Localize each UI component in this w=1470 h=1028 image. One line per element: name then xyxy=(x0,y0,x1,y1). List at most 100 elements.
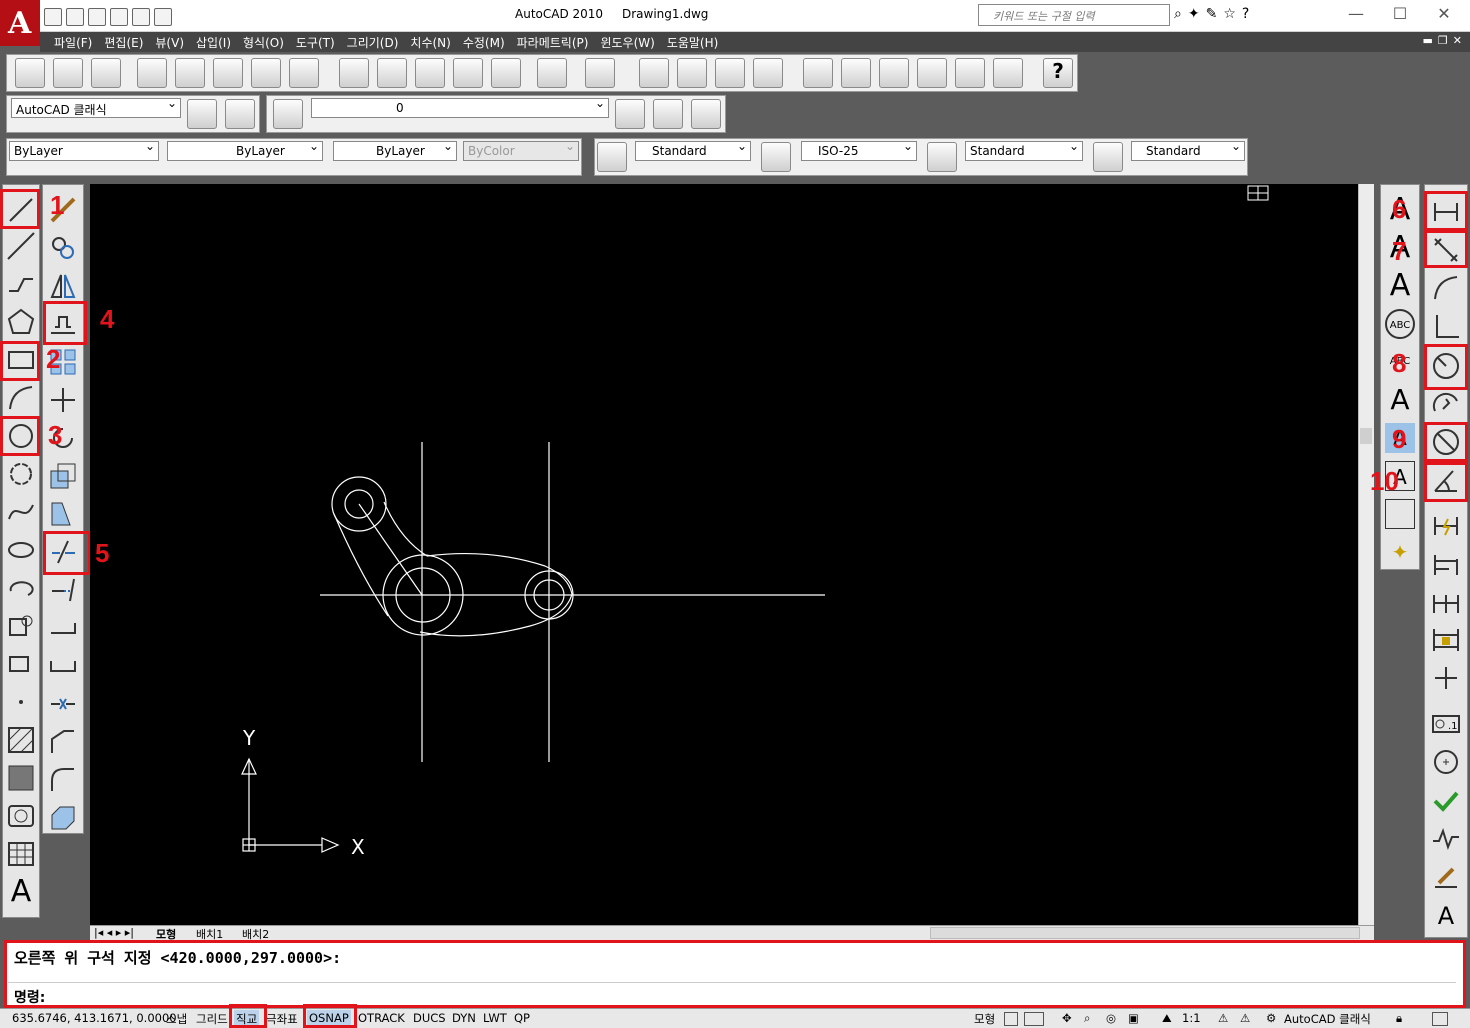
dimension-break-icon[interactable] xyxy=(1431,663,1461,693)
menu-window[interactable]: 윈도우(W) xyxy=(600,32,666,52)
scale-icon[interactable] xyxy=(48,461,78,491)
find-replace-icon[interactable]: ABC xyxy=(1385,309,1415,339)
workspace-select[interactable]: AutoCAD 클래식 xyxy=(11,98,181,118)
dimension-space-icon[interactable] xyxy=(1431,625,1461,655)
redo-icon[interactable] xyxy=(132,8,150,26)
search-input[interactable]: 키워드 또는 구절 입력 xyxy=(978,4,1170,26)
annotation-scale-icon[interactable]: ⛰ xyxy=(1160,1010,1174,1027)
sheet-set-icon[interactable] xyxy=(917,58,947,88)
table-style-select[interactable]: Standard xyxy=(965,141,1083,161)
layer-properties-icon[interactable] xyxy=(273,99,303,129)
menu-modify[interactable]: 수정(M) xyxy=(463,32,517,52)
gradient-icon[interactable] xyxy=(6,763,36,793)
help-icon[interactable]: ? xyxy=(1242,6,1249,22)
table-icon[interactable] xyxy=(6,839,36,869)
edit-text-icon[interactable]: A xyxy=(1385,271,1415,301)
convert-distance-icon[interactable] xyxy=(1385,499,1415,529)
workspace-status-label[interactable]: AutoCAD 클래식 xyxy=(1282,1010,1373,1027)
snap-toggle[interactable]: 스냅 xyxy=(164,1010,189,1027)
move-icon[interactable] xyxy=(48,385,78,415)
binoculars-icon[interactable]: ⌕ xyxy=(1174,6,1182,22)
properties-icon[interactable] xyxy=(803,58,833,88)
workspace-settings-icon[interactable] xyxy=(187,99,217,129)
polar-toggle[interactable]: 극좌표 xyxy=(264,1010,300,1027)
linetype-select[interactable]: ByLayer xyxy=(167,141,323,161)
coordinates-readout[interactable]: 635.6746, 413.1671, 0.0000 xyxy=(10,1010,179,1027)
scrollbar-thumb[interactable] xyxy=(1360,428,1372,444)
toolbar-lock-icon[interactable]: 🔒︎ xyxy=(1394,1010,1404,1027)
grid-toggle[interactable]: 그리드 xyxy=(194,1010,230,1027)
menu-parametric[interactable]: 파라메트릭(P) xyxy=(517,32,601,52)
break-icon[interactable] xyxy=(48,651,78,681)
menu-file[interactable]: 파일(F) xyxy=(54,32,104,52)
cut-icon[interactable] xyxy=(339,58,369,88)
menu-dimension[interactable]: 치수(N) xyxy=(410,32,462,52)
extend-icon[interactable] xyxy=(48,575,78,605)
menu-help[interactable]: 도움말(H) xyxy=(667,32,731,52)
inspection-icon[interactable] xyxy=(1431,785,1461,815)
jogged-linear-icon[interactable] xyxy=(1431,823,1461,853)
menu-format[interactable]: 형식(O) xyxy=(243,32,296,52)
model-space-toggle[interactable]: 모형 xyxy=(972,1010,997,1027)
lwt-toggle[interactable]: LWT xyxy=(481,1010,509,1027)
annotation-visibility-icon[interactable]: ⚠ xyxy=(1216,1010,1230,1027)
point-icon[interactable] xyxy=(6,687,36,717)
center-mark-icon[interactable] xyxy=(1431,747,1461,777)
markup-icon[interactable] xyxy=(955,58,985,88)
horizontal-scrollbar[interactable] xyxy=(930,927,1360,939)
mleader-style-select[interactable]: Standard xyxy=(1131,141,1245,161)
workspace-switch-icon[interactable]: ⚙ xyxy=(1264,1010,1278,1027)
favorites-icon[interactable]: ☆ xyxy=(1223,6,1236,22)
doc-restore-icon[interactable]: ❐ xyxy=(1438,34,1448,47)
pan-icon[interactable] xyxy=(639,58,669,88)
lineweight-select[interactable]: ByLayer xyxy=(333,141,457,161)
insert-block-icon[interactable] xyxy=(6,611,36,641)
open-icon[interactable] xyxy=(53,58,83,88)
match-properties-icon[interactable] xyxy=(453,58,483,88)
minimize-button[interactable]: — xyxy=(1338,4,1374,26)
publish-icon[interactable] xyxy=(213,58,243,88)
menu-view[interactable]: 뷰(V) xyxy=(155,32,196,52)
otrack-toggle[interactable]: OTRACK xyxy=(356,1010,407,1027)
make-block-icon[interactable] xyxy=(6,649,36,679)
fillet-icon[interactable] xyxy=(48,765,78,795)
continue-dimension-icon[interactable] xyxy=(1431,587,1461,617)
copy-object-icon[interactable] xyxy=(48,233,78,263)
dimension-text-edit-icon[interactable]: A xyxy=(1431,901,1461,931)
tab-nav-arrows[interactable]: |◂ ◂ ▸ ▸| xyxy=(94,926,134,939)
break-at-point-icon[interactable] xyxy=(48,613,78,643)
zoom-realtime-icon[interactable] xyxy=(677,58,707,88)
block-editor-icon[interactable] xyxy=(491,58,521,88)
ducs-toggle[interactable]: DUCS xyxy=(411,1010,448,1027)
menu-draw[interactable]: 그리기(D) xyxy=(347,32,411,52)
quick-view-layouts-icon[interactable] xyxy=(1004,1012,1018,1026)
revision-cloud-icon[interactable] xyxy=(6,459,36,489)
pan-status-icon[interactable]: ✥ xyxy=(1060,1010,1074,1027)
calculator-icon[interactable] xyxy=(993,58,1023,88)
construction-line-icon[interactable] xyxy=(6,231,36,261)
arc-icon[interactable] xyxy=(6,383,36,413)
maximize-button[interactable]: ☐ xyxy=(1382,4,1418,26)
save-icon[interactable] xyxy=(88,8,106,26)
doc-close-icon[interactable]: ✕ xyxy=(1453,34,1462,47)
3d-dwf-icon[interactable] xyxy=(251,58,281,88)
table-style-icon[interactable] xyxy=(927,142,957,172)
baseline-dimension-icon[interactable] xyxy=(1431,549,1461,579)
menu-tools[interactable]: 도구(T) xyxy=(296,32,347,52)
layer-select[interactable]: 0 xyxy=(311,98,609,118)
auto-text-icon[interactable]: ✦ xyxy=(1385,537,1415,567)
dyn-toggle[interactable]: DYN xyxy=(450,1010,478,1027)
copy-icon[interactable] xyxy=(377,58,407,88)
undo-icon[interactable] xyxy=(585,58,615,88)
tolerance-icon[interactable]: .1 xyxy=(1431,709,1461,739)
ellipse-icon[interactable] xyxy=(6,535,36,565)
auto-scale-icon[interactable]: ⚠ xyxy=(1238,1010,1252,1027)
paste-icon[interactable] xyxy=(415,58,445,88)
dim-style-icon[interactable] xyxy=(761,142,791,172)
open-file-icon[interactable] xyxy=(66,8,84,26)
ellipse-arc-icon[interactable] xyxy=(6,573,36,603)
drawing-canvas[interactable]: Y X xyxy=(90,184,1358,925)
annotation-scale-value[interactable]: 1:1 xyxy=(1180,1010,1203,1027)
close-button[interactable]: ✕ xyxy=(1426,4,1462,26)
zoom-status-icon[interactable]: ⌕ xyxy=(1082,1010,1092,1027)
